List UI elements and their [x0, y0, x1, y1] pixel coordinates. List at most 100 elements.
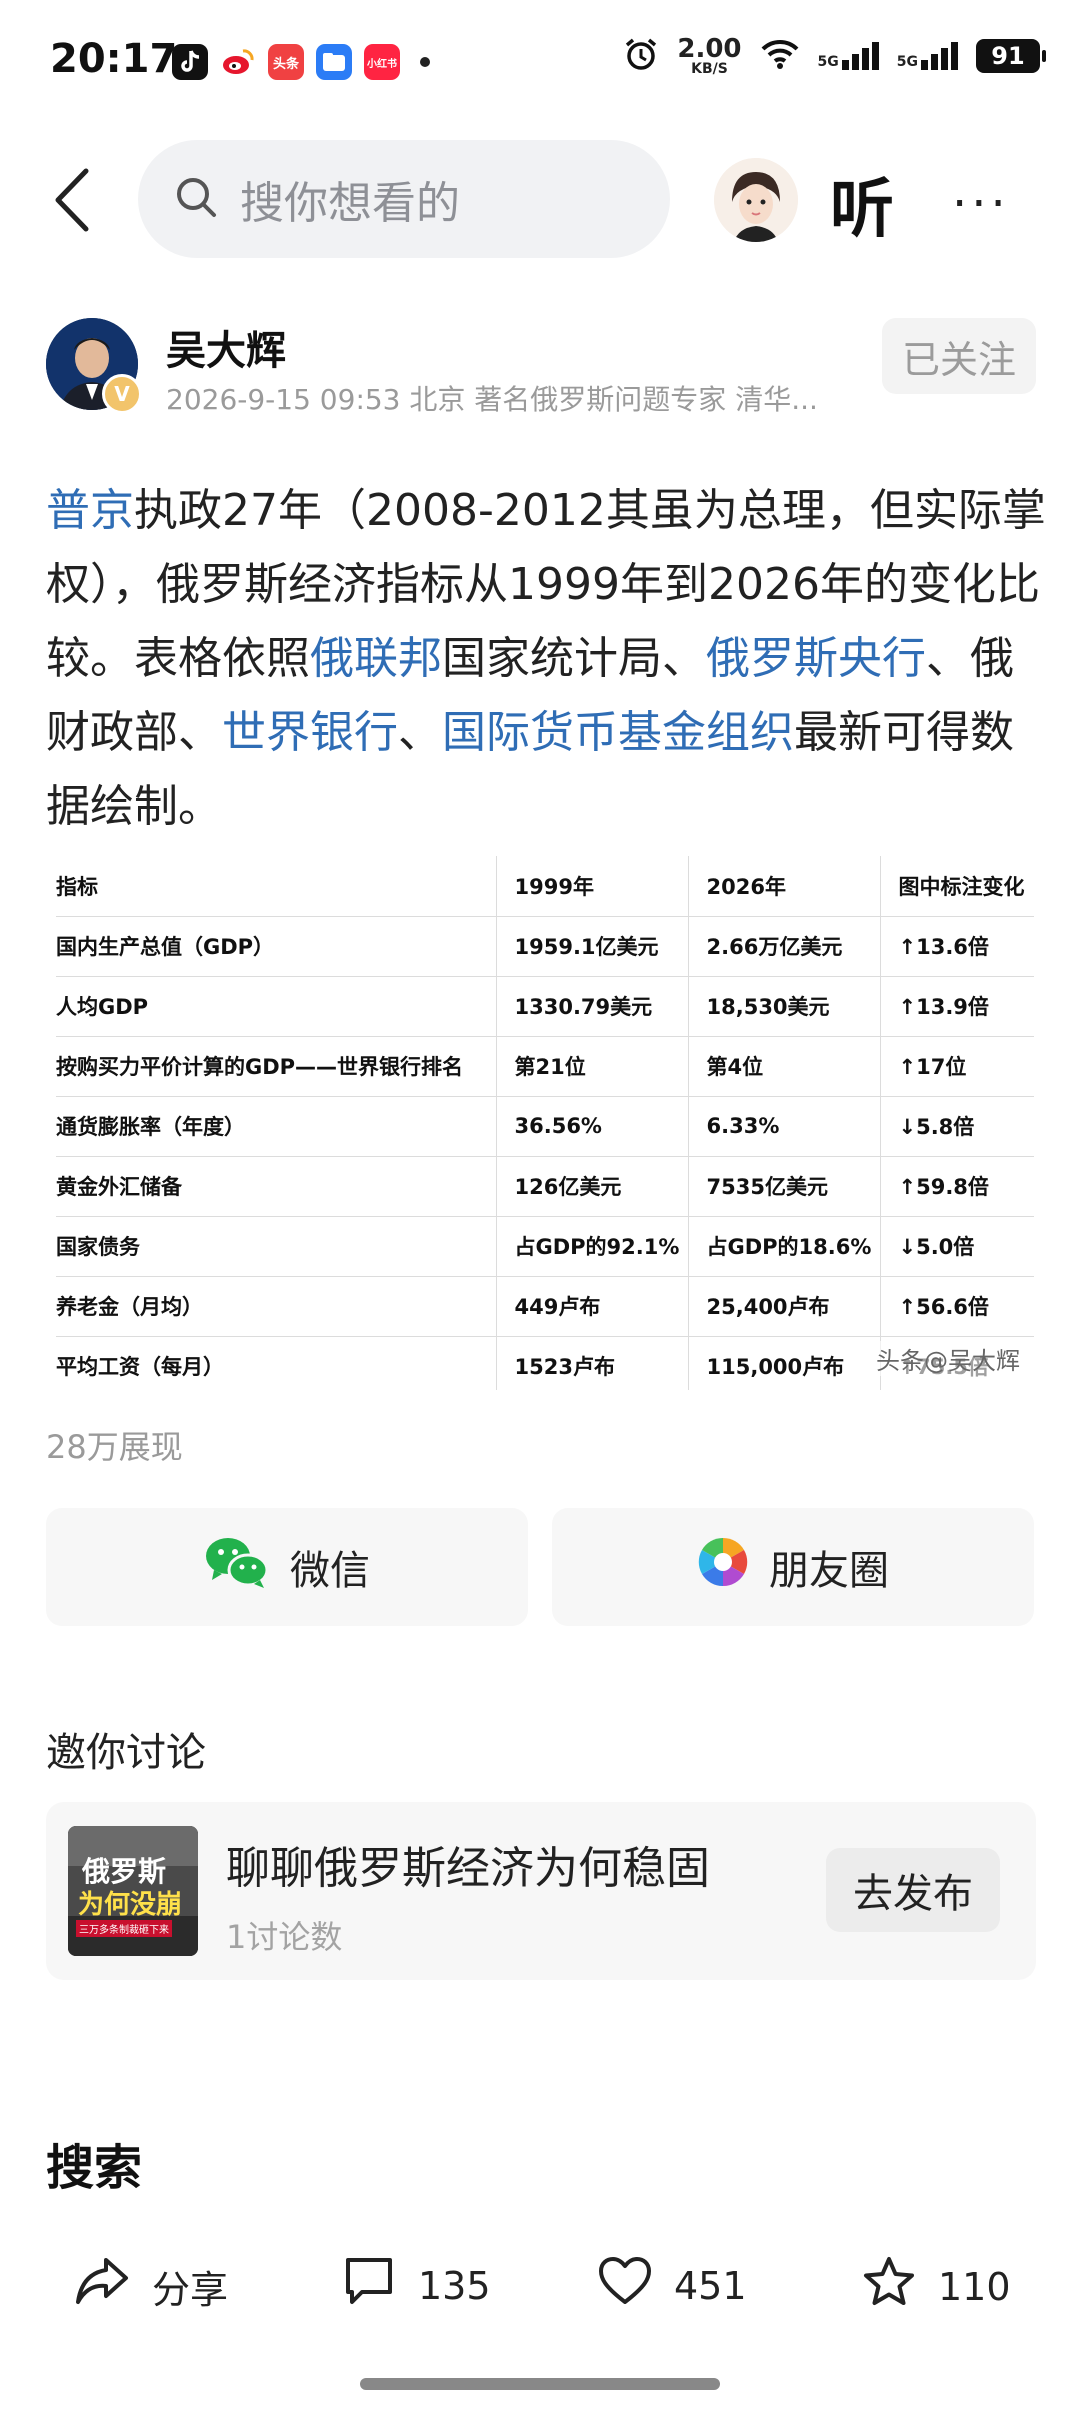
author-meta: 2026-9-15 09:53 北京 著名俄罗斯问题专家 清华... — [166, 383, 818, 416]
article-text: 普京执政27年（2008-2012其虽为总理，但实际掌权），俄罗斯经济指标从19… — [46, 474, 1046, 844]
network-speed-value: 2.00 — [677, 34, 742, 64]
back-arrow-icon[interactable] — [46, 165, 106, 235]
ai-assistant-avatar[interactable] — [714, 158, 798, 242]
table-row: 国家债务 占GDP的92.1% 占GDP的18.6% ↓5.0倍 — [56, 1216, 1034, 1277]
listen-button[interactable]: 听 — [830, 158, 894, 250]
notification-icons: 头条 小红书 — [172, 44, 430, 80]
table-cell: 18,530美元 — [688, 976, 881, 1037]
author-row: V 吴大辉 2026-9-15 09:53 北京 著名俄罗斯问题专家 清华...… — [46, 318, 1036, 418]
table-header-cell: 指标 — [56, 856, 497, 917]
share-icon — [74, 2256, 130, 2317]
like-button[interactable]: 451 — [598, 2256, 747, 2315]
tiktok-icon — [172, 44, 208, 80]
signal-strength-icon-2: 5G — [897, 42, 958, 70]
table-cell: 115,000卢布 — [688, 1336, 881, 1390]
status-time: 20:17 — [50, 36, 178, 82]
table-row: 按购买力平价计算的GDP——世界银行排名 第21位 第4位 ↑17位 — [56, 1036, 1034, 1097]
share-wechat-button[interactable]: 微信 — [46, 1508, 528, 1626]
share-label: 分享 — [152, 2268, 229, 2312]
star-icon — [862, 2256, 916, 2317]
table-cell: ↑17位 — [880, 1036, 1034, 1097]
search-input[interactable]: 搜你想看的 — [138, 140, 670, 258]
share-moments-button[interactable]: 朋友圈 — [552, 1508, 1034, 1626]
status-indicators: 2.00 KB/S 5G 5G 91 — [623, 36, 1046, 76]
topic-thumb-line3: 三万多条制裁砸下来 — [76, 1920, 172, 1937]
link-putin[interactable]: 普京 — [46, 485, 134, 536]
table-cell: 1523卢布 — [496, 1336, 689, 1390]
article-text-part: 、 — [398, 707, 442, 758]
wechat-icon — [204, 1534, 270, 1600]
table-cell: 7535亿美元 — [688, 1156, 881, 1217]
topic-thumbnail: 俄罗斯 为何没崩 三万多条制裁砸下来 — [68, 1826, 198, 1956]
follow-button[interactable]: 已关注 — [882, 318, 1036, 394]
search-placeholder: 搜你想看的 — [240, 178, 460, 229]
table-header-row: 指标 1999年 2026年 图中标注变化 — [56, 856, 1034, 917]
favorite-count: 110 — [938, 2264, 1011, 2309]
table-cell: 占GDP的18.6% — [688, 1216, 881, 1277]
more-notifications-dot — [420, 57, 430, 67]
table-cell: 6.33% — [688, 1096, 881, 1157]
table-cell: ↓5.8倍 — [880, 1096, 1034, 1157]
view-count: 28万展现 — [46, 1428, 183, 1466]
files-icon — [316, 44, 352, 80]
table-header-cell: 2026年 — [688, 856, 881, 917]
link-russian-federation[interactable]: 俄联邦 — [310, 633, 442, 684]
weibo-icon — [220, 44, 256, 80]
indicator-table: 指标 1999年 2026年 图中标注变化 国内生产总值（GDP） 1959.1… — [56, 856, 1034, 1390]
table-cell: 通货膨胀率（年度） — [56, 1096, 497, 1157]
battery-indicator: 91 — [976, 39, 1046, 73]
share-button[interactable]: 分享 — [74, 2256, 228, 2317]
topic-count: 1讨论数 — [226, 1918, 343, 1956]
status-bar: 20:17 头条 小红书 2.00 KB/S 5G 5G 91 — [0, 0, 1080, 120]
table-row: 人均GDP 1330.79美元 18,530美元 ↑13.9倍 — [56, 976, 1034, 1037]
table-cell: ↑13.9倍 — [880, 976, 1034, 1037]
table-cell: 2.66万亿美元 — [688, 916, 881, 977]
favorite-button[interactable]: 110 — [862, 2256, 1011, 2317]
author-name[interactable]: 吴大辉 — [166, 318, 286, 376]
publish-button[interactable]: 去发布 — [826, 1848, 1000, 1932]
table-cell: 养老金（月均） — [56, 1276, 497, 1337]
image-watermark: 头条@吴大辉 — [876, 1341, 1020, 1376]
signal-strength-icon-1: 5G — [818, 42, 879, 70]
home-indicator[interactable] — [360, 2378, 720, 2390]
comment-count: 135 — [418, 2263, 491, 2308]
table-row: 通货膨胀率（年度） 36.56% 6.33% ↓5.8倍 — [56, 1096, 1034, 1157]
table-cell: 占GDP的92.1% — [496, 1216, 689, 1277]
heart-icon — [598, 2256, 652, 2315]
network-speed-unit: KB/S — [691, 61, 728, 77]
table-cell: ↑13.6倍 — [880, 916, 1034, 977]
table-row: 养老金（月均） 449卢布 25,400卢布 ↑56.6倍 — [56, 1276, 1034, 1337]
network-speed: 2.00 KB/S — [677, 36, 741, 76]
invite-discussion-title: 邀你讨论 — [46, 1730, 206, 1776]
link-world-bank[interactable]: 世界银行 — [222, 707, 398, 758]
table-row: 黄金外汇储备 126亿美元 7535亿美元 ↑59.8倍 — [56, 1156, 1034, 1217]
article-text-part: 国家统计局、 — [442, 633, 706, 684]
table-cell: 第4位 — [688, 1036, 881, 1097]
table-cell: 黄金外汇储备 — [56, 1156, 497, 1217]
comment-button[interactable]: 135 — [342, 2256, 491, 2315]
table-cell: ↓5.0倍 — [880, 1216, 1034, 1277]
signal-2-label: 5G — [896, 54, 918, 70]
share-moments-label: 朋友圈 — [769, 1548, 889, 1594]
discussion-topic-card[interactable]: 俄罗斯 为何没崩 三万多条制裁砸下来 聊聊俄罗斯经济为何稳固 1讨论数 去发布 — [46, 1802, 1036, 1980]
wifi-icon — [760, 38, 800, 74]
table-cell: 平均工资（每月） — [56, 1336, 497, 1390]
topic-thumb-line2: 为何没崩 — [78, 1890, 183, 1920]
table-cell: 国内生产总值（GDP） — [56, 916, 497, 977]
table-cell: 1959.1亿美元 — [496, 916, 689, 977]
table-header-cell: 图中标注变化 — [880, 856, 1034, 917]
table-cell: 人均GDP — [56, 976, 497, 1037]
comment-icon — [342, 2256, 396, 2315]
xiaohongshu-icon: 小红书 — [364, 44, 400, 80]
data-table-image[interactable]: 指标 1999年 2026年 图中标注变化 国内生产总值（GDP） 1959.1… — [56, 856, 1034, 1390]
link-central-bank-russia[interactable]: 俄罗斯央行 — [706, 633, 926, 684]
table-cell: 1330.79美元 — [496, 976, 689, 1037]
link-imf[interactable]: 国际货币基金组织 — [442, 707, 794, 758]
table-row: 国内生产总值（GDP） 1959.1亿美元 2.66万亿美元 ↑13.6倍 — [56, 916, 1034, 977]
bottom-action-bar: 分享 135 451 110 — [0, 2240, 1080, 2350]
table-header-cell: 1999年 — [496, 856, 689, 917]
moments-icon — [697, 1536, 749, 1598]
toutiao-icon: 头条 — [268, 44, 304, 80]
table-cell: 449卢布 — [496, 1276, 689, 1337]
more-options-icon[interactable]: ··· — [952, 176, 1010, 232]
